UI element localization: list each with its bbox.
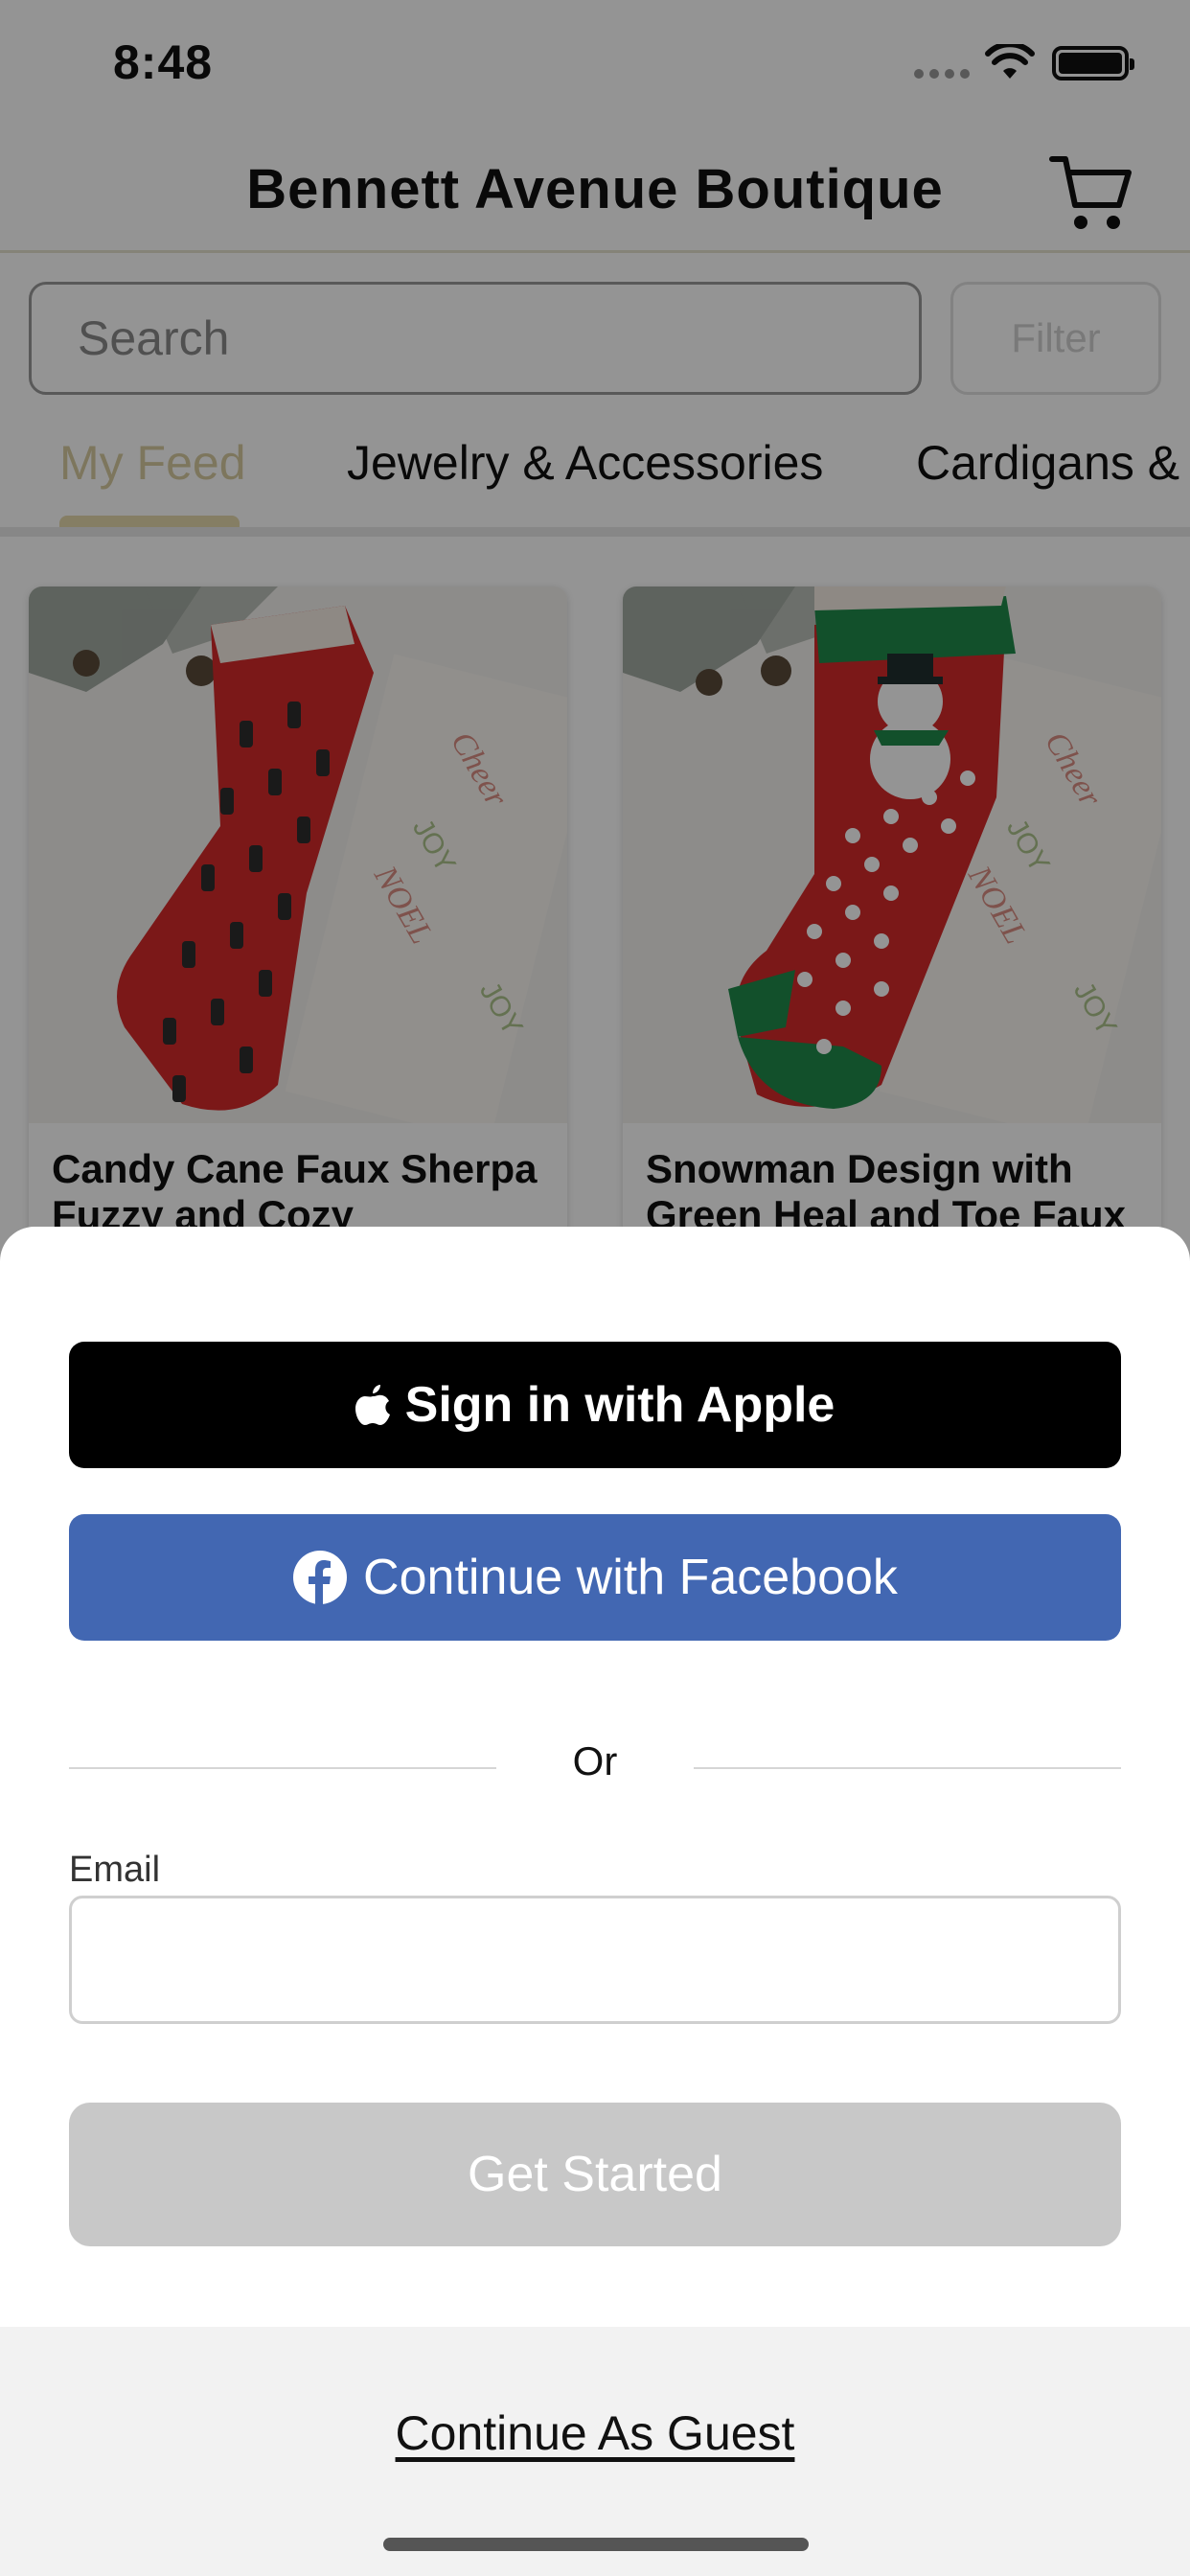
continue-with-facebook-button[interactable]: Continue with Facebook xyxy=(69,1514,1121,1641)
apple-button-label: Sign in with Apple xyxy=(404,1377,835,1433)
home-indicator xyxy=(383,2538,809,2551)
apple-icon xyxy=(355,1385,390,1425)
email-label: Email xyxy=(69,1850,161,1890)
or-divider: Or xyxy=(69,1725,1121,1783)
facebook-icon xyxy=(292,1550,348,1605)
email-field[interactable] xyxy=(69,1896,1121,2024)
continue-as-guest-link[interactable]: Continue As Guest xyxy=(0,2405,1190,2461)
or-label: Or xyxy=(572,1738,618,1783)
get-started-button[interactable]: Get Started xyxy=(69,2103,1121,2246)
sign-in-sheet: Sign in with Apple Continue with Faceboo… xyxy=(0,1227,1190,2576)
divider-line xyxy=(694,1767,1121,1769)
sign-in-with-apple-button[interactable]: Sign in with Apple xyxy=(69,1342,1121,1468)
facebook-button-label: Continue with Facebook xyxy=(363,1550,898,1605)
